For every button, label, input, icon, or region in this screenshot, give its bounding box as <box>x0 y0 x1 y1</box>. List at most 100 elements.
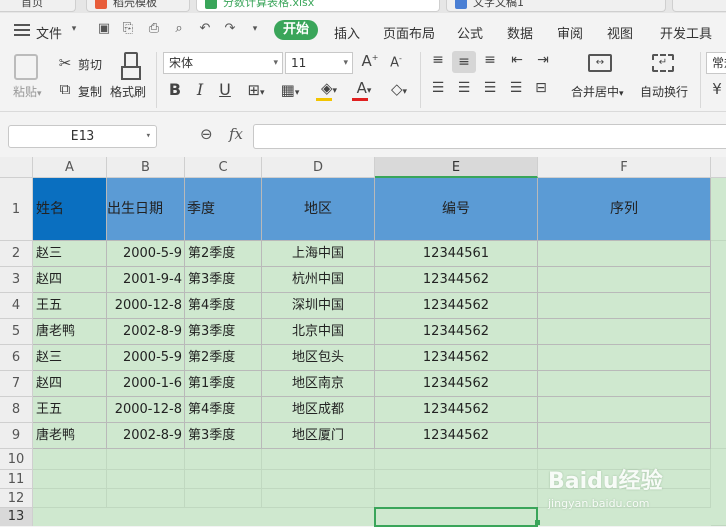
menu-tab-data[interactable]: 数据 <box>507 23 533 42</box>
table-cell[interactable]: 2001-9-4 <box>107 267 185 293</box>
table-cell[interactable]: 北京中国 <box>262 319 375 345</box>
table-cell[interactable]: 12344562 <box>375 423 538 449</box>
empty-cell[interactable] <box>711 449 726 526</box>
table-cell[interactable]: 2000-5-9 <box>107 241 185 267</box>
customize-icon[interactable]: ▾ <box>247 21 263 37</box>
row-header-6[interactable]: 6 <box>0 345 33 371</box>
redo-icon[interactable]: ↷ <box>222 21 238 37</box>
table-cell[interactable]: 赵三 <box>33 345 107 371</box>
table-cell[interactable]: 2002-8-9 <box>107 319 185 345</box>
tab-home[interactable]: 首页 <box>0 0 76 12</box>
scissors-icon[interactable]: ✂ <box>56 54 74 72</box>
empty-cell[interactable] <box>33 489 107 508</box>
table-cell[interactable]: 第4季度 <box>185 397 262 423</box>
bold-icon[interactable]: B <box>166 80 184 99</box>
row-header-2[interactable]: 2 <box>0 241 33 267</box>
font-color-icon[interactable]: A▾ <box>350 79 378 101</box>
header-cell-number[interactable]: 编号 <box>375 178 538 241</box>
name-box[interactable]: E13 ▾ <box>8 125 157 148</box>
header-cell-name[interactable]: 姓名 <box>33 178 107 241</box>
table-cell[interactable]: 第4季度 <box>185 293 262 319</box>
row-header-4[interactable]: 4 <box>0 293 33 319</box>
table-cell[interactable]: 12344562 <box>375 319 538 345</box>
table-cell[interactable]: 地区包头 <box>262 345 375 371</box>
merge-center-button[interactable]: 合并居中▾ <box>571 83 624 100</box>
table-cell[interactable]: 12344562 <box>375 293 538 319</box>
table-cell[interactable]: 2000-1-6 <box>107 371 185 397</box>
print-preview-icon[interactable]: ⌕ <box>171 21 187 37</box>
align-right-icon[interactable]: ☰ <box>480 80 500 96</box>
fill-color-icon[interactable]: ◈▾ <box>314 79 344 101</box>
empty-cell[interactable] <box>375 489 538 508</box>
export-icon[interactable]: ⎘ <box>120 21 136 37</box>
empty-cell[interactable] <box>107 470 185 489</box>
table-cell[interactable]: 深圳中国 <box>262 293 375 319</box>
table-cell[interactable]: 第3季度 <box>185 319 262 345</box>
wrap-text-icon[interactable]: ↵ <box>652 54 674 72</box>
table-cell[interactable]: 2000-12-8 <box>107 397 185 423</box>
header-cell-region[interactable]: 地区 <box>262 178 375 241</box>
row-header-12[interactable]: 12 <box>0 489 33 508</box>
empty-cell[interactable] <box>185 489 262 508</box>
table-cell[interactable] <box>538 319 711 345</box>
menu-file[interactable]: 文件 <box>36 23 62 42</box>
column-header-g[interactable] <box>711 157 726 178</box>
header-cell-quarter[interactable]: 季度 <box>185 178 262 241</box>
empty-cell[interactable] <box>262 449 375 470</box>
column-header-f[interactable]: F <box>538 157 711 178</box>
justify-icon[interactable]: ☰ <box>506 80 526 96</box>
font-name-select[interactable]: 宋体 ▾ <box>163 52 283 74</box>
empty-cell[interactable] <box>107 449 185 470</box>
align-left-icon[interactable]: ☰ <box>428 80 448 96</box>
empty-cell[interactable] <box>375 470 538 489</box>
table-cell[interactable]: 地区南京 <box>262 371 375 397</box>
tab-overflow[interactable] <box>672 0 726 12</box>
wrap-text-button[interactable]: 自动换行 <box>640 83 688 100</box>
copy-button[interactable]: 复制 <box>78 83 102 100</box>
cut-button[interactable]: 剪切 <box>78 56 102 73</box>
table-cell[interactable]: 唐老鸭 <box>33 423 107 449</box>
row-header-10[interactable]: 10 <box>0 449 33 470</box>
paste-button[interactable]: 粘贴▾ <box>13 83 42 100</box>
align-center-icon[interactable]: ☰ <box>454 80 474 96</box>
tab-document[interactable]: 文字文稿1 <box>446 0 666 12</box>
align-middle-icon[interactable]: ≡ <box>452 51 476 73</box>
menu-tab-developer[interactable]: 开发工具 <box>660 23 712 42</box>
format-painter-icon[interactable] <box>118 52 141 80</box>
table-cell[interactable]: 12344562 <box>375 345 538 371</box>
eraser-icon[interactable]: ◇▾ <box>384 80 414 98</box>
decrease-indent-icon[interactable]: ⇤ <box>507 52 527 68</box>
table-cell[interactable]: 12344562 <box>375 397 538 423</box>
selected-cell[interactable] <box>374 507 538 527</box>
row-header-3[interactable]: 3 <box>0 267 33 293</box>
table-cell[interactable]: 12344562 <box>375 371 538 397</box>
fill-handle[interactable] <box>535 520 540 525</box>
font-size-select[interactable]: 11 ▾ <box>285 52 353 74</box>
column-header-e[interactable]: E <box>375 157 538 178</box>
table-cell[interactable] <box>538 345 711 371</box>
merge-center-icon[interactable]: ↔ <box>588 54 612 72</box>
align-top-icon[interactable]: ≡ <box>428 52 448 68</box>
table-cell[interactable]: 12344562 <box>375 267 538 293</box>
empty-cell[interactable] <box>185 470 262 489</box>
column-header-d[interactable]: D <box>262 157 375 178</box>
row-header-8[interactable]: 8 <box>0 397 33 423</box>
empty-cell[interactable] <box>33 470 107 489</box>
table-cell[interactable]: 王五 <box>33 293 107 319</box>
table-cell[interactable]: 王五 <box>33 397 107 423</box>
distributed-align-icon[interactable]: ⊟ <box>531 80 551 96</box>
italic-icon[interactable]: I <box>191 80 209 99</box>
save-icon[interactable]: ▣ <box>96 21 112 37</box>
table-cell[interactable]: 唐老鸭 <box>33 319 107 345</box>
paste-icon[interactable] <box>14 54 38 80</box>
column-header-a[interactable]: A <box>33 157 107 178</box>
menu-tab-page-layout[interactable]: 页面布局 <box>383 23 435 42</box>
select-all-corner[interactable] <box>0 157 33 178</box>
tab-spreadsheet[interactable]: 分数计算表格.xlsx <box>196 0 440 12</box>
empty-cell[interactable] <box>262 470 375 489</box>
table-cell[interactable] <box>538 241 711 267</box>
table-cell[interactable]: 地区厦门 <box>262 423 375 449</box>
table-cell[interactable]: 第3季度 <box>185 267 262 293</box>
hamburger-icon[interactable] <box>14 23 30 37</box>
table-cell[interactable]: 杭州中国 <box>262 267 375 293</box>
